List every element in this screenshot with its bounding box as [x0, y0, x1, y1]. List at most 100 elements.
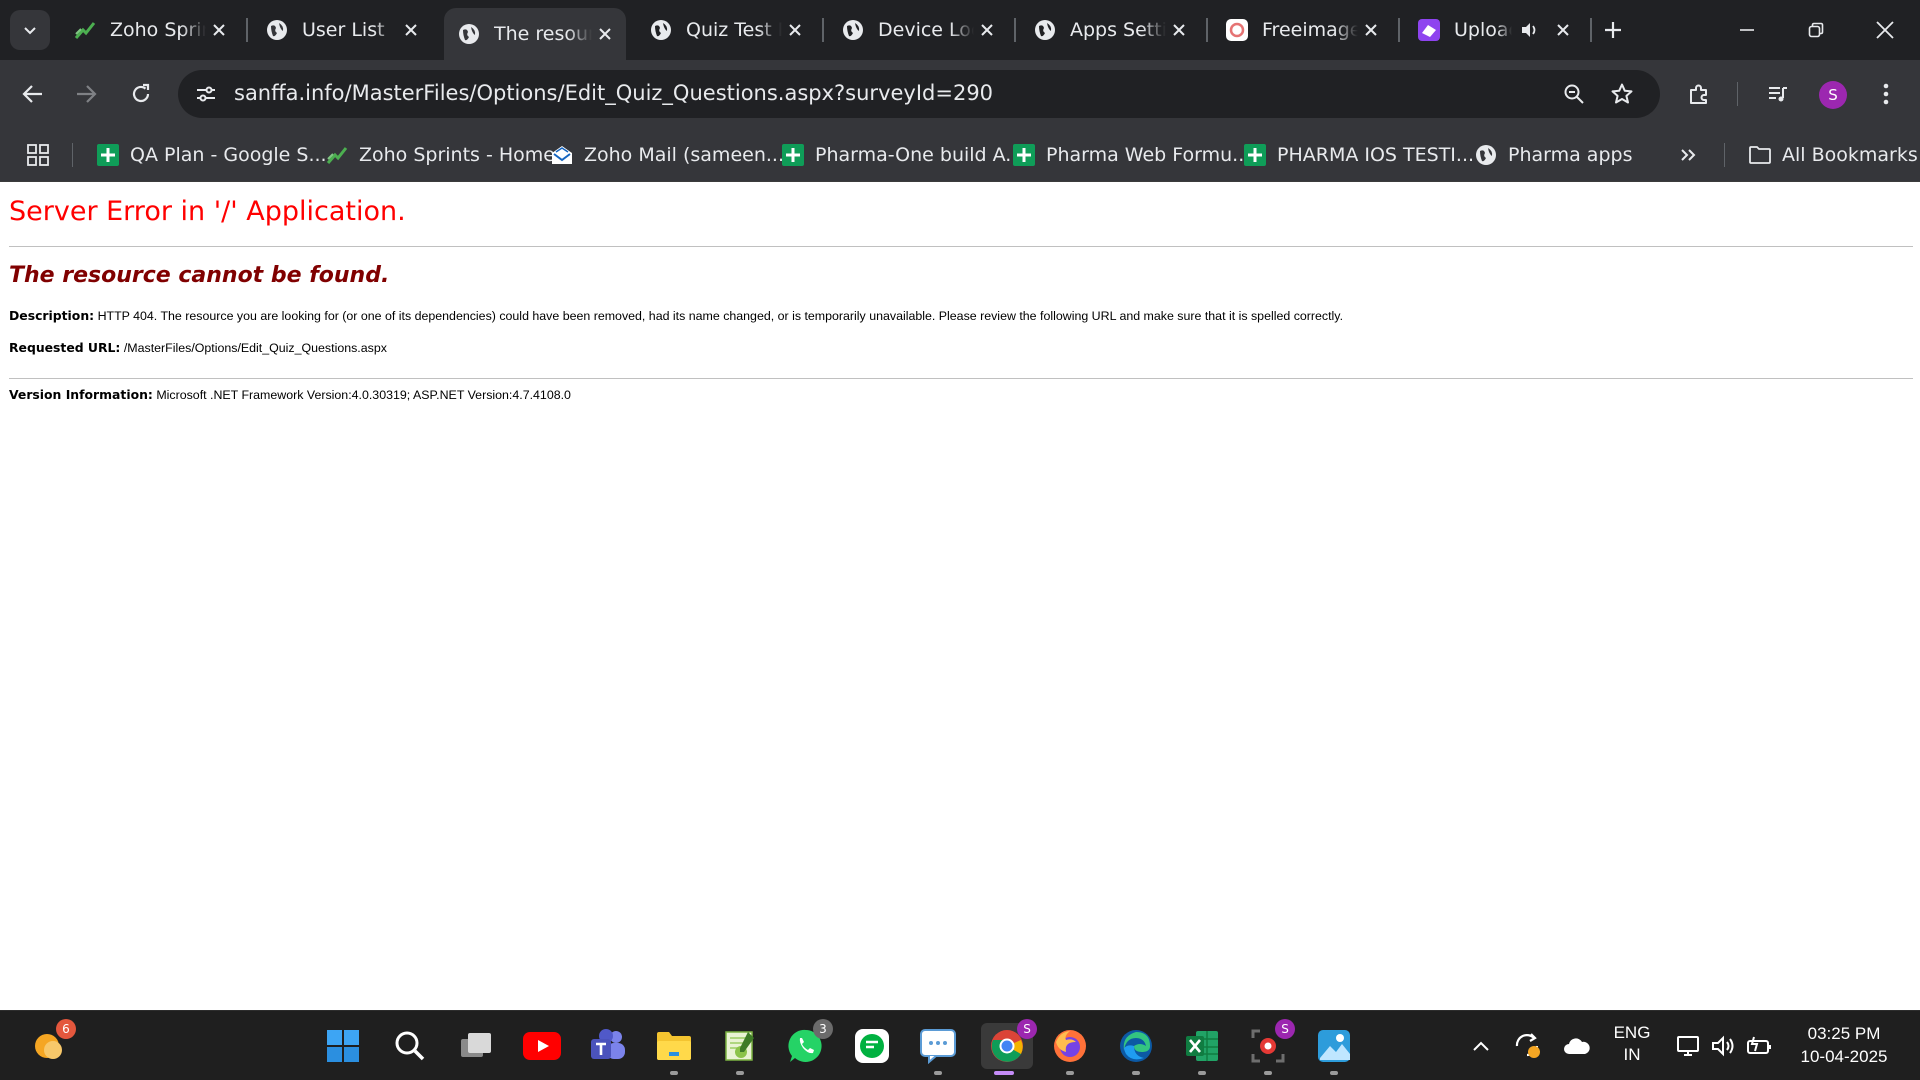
- chat-app[interactable]: [849, 1023, 895, 1069]
- bookmark-label: Pharma Web Formu...: [1046, 144, 1251, 166]
- close-icon[interactable]: [1166, 17, 1192, 43]
- bookmark-pharma-apps[interactable]: Pharma apps: [1474, 140, 1632, 170]
- network-status[interactable]: [1672, 1033, 1704, 1059]
- close-window-button[interactable]: [1860, 10, 1910, 50]
- chevron-up-icon: [1473, 1041, 1489, 1051]
- task-view-button[interactable]: [453, 1023, 499, 1069]
- zoho-mail-icon: [550, 143, 574, 167]
- onedrive-status[interactable]: [1560, 1033, 1594, 1059]
- globe-icon: [1032, 17, 1058, 43]
- clock-time: 03:25 PM: [1807, 1024, 1881, 1043]
- globe-icon: [456, 21, 482, 47]
- running-indicator: [1264, 1071, 1272, 1075]
- tab-device-loc[interactable]: Device Loc: [828, 10, 1008, 50]
- page-content: Server Error in '/' Application. The res…: [0, 182, 1920, 1010]
- whatsapp-app[interactable]: 3: [783, 1019, 833, 1069]
- forward-button[interactable]: [66, 74, 106, 114]
- volume-icon: [1712, 1035, 1734, 1057]
- sync-alert-icon: [1515, 1033, 1540, 1058]
- bookmark-pharma-web-formulas[interactable]: Pharma Web Formu...: [1012, 140, 1250, 170]
- site-info-button[interactable]: [186, 74, 226, 114]
- tab-separator: [1206, 18, 1208, 42]
- chat-app-icon: [855, 1029, 889, 1063]
- all-bookmarks-button[interactable]: All Bookmarks: [1748, 140, 1918, 170]
- description-line: Description: HTTP 404. The resource you …: [9, 308, 1343, 323]
- tab-zoho-sprints[interactable]: Zoho Sprin: [60, 10, 240, 50]
- plus-icon: [1605, 22, 1621, 38]
- address-bar[interactable]: sanffa.info/MasterFiles/Options/Edit_Qui…: [178, 70, 1660, 118]
- globe-icon: [840, 17, 866, 43]
- tab-search-button[interactable]: [10, 10, 50, 50]
- excel-app[interactable]: [1179, 1023, 1225, 1075]
- tab-upload[interactable]: Uploac: [1404, 10, 1584, 50]
- search-icon: [395, 1031, 425, 1061]
- battery-charging-icon: [1747, 1036, 1771, 1054]
- tab-resource-not-found[interactable]: The resour: [444, 8, 626, 60]
- battery-status[interactable]: [1744, 1033, 1776, 1059]
- bookmark-label: Zoho Sprints - Home: [359, 144, 555, 166]
- close-icon[interactable]: [1550, 17, 1576, 43]
- bookmark-label: Zoho Mail (sameen...: [584, 144, 784, 166]
- more-bookmarks-button[interactable]: [1678, 140, 1698, 170]
- description-text: HTTP 404. The resource you are looking f…: [97, 309, 1344, 323]
- chrome-app[interactable]: S: [981, 1019, 1037, 1075]
- reload-button[interactable]: [121, 74, 161, 114]
- start-button[interactable]: [320, 1023, 366, 1069]
- clock-date: 10-04-2025: [1800, 1047, 1888, 1066]
- file-explorer-app[interactable]: [651, 1023, 697, 1075]
- bookmark-star-button[interactable]: [1602, 74, 1642, 114]
- minimize-button[interactable]: [1722, 10, 1772, 50]
- close-icon[interactable]: [782, 17, 808, 43]
- file-explorer-icon: [657, 1032, 691, 1060]
- bookmark-pharma-one-build[interactable]: Pharma-One build A...: [781, 140, 1023, 170]
- profile-avatar[interactable]: S: [1819, 81, 1847, 109]
- tab-quiz-test[interactable]: Quiz Test F: [636, 10, 816, 50]
- bookmark-qa-plan[interactable]: QA Plan - Google S...: [96, 140, 327, 170]
- taskbar-search-button[interactable]: [387, 1023, 433, 1069]
- browser-toolbar: sanffa.info/MasterFiles/Options/Edit_Qui…: [0, 60, 1920, 128]
- clock[interactable]: 03:25 PM 10-04-2025: [1784, 1022, 1904, 1068]
- tab-user-list[interactable]: User List: [252, 10, 432, 50]
- screen-recorder-app[interactable]: S: [1245, 1019, 1295, 1075]
- new-tab-button[interactable]: [1588, 10, 1638, 50]
- messages-app[interactable]: [915, 1023, 961, 1075]
- zoom-button[interactable]: [1554, 74, 1594, 114]
- chevron-down-icon: [24, 27, 36, 35]
- description-label: Description:: [9, 308, 95, 323]
- bookmark-zoho-sprints[interactable]: Zoho Sprints - Home: [325, 140, 555, 170]
- running-indicator: [934, 1071, 942, 1075]
- close-icon[interactable]: [592, 21, 618, 47]
- tab-freeimage[interactable]: Freeimage: [1212, 10, 1392, 50]
- language-indicator[interactable]: ENG IN: [1604, 1022, 1660, 1066]
- weather-widget[interactable]: 6: [26, 1019, 76, 1069]
- close-icon[interactable]: [1358, 17, 1384, 43]
- menu-button[interactable]: [1866, 74, 1906, 114]
- bookmark-zoho-mail[interactable]: Zoho Mail (sameen...: [550, 140, 784, 170]
- close-icon[interactable]: [974, 17, 1000, 43]
- bookmark-pharma-ios-testing[interactable]: PHARMA IOS TESTI...: [1243, 140, 1474, 170]
- language-code: ENG: [1613, 1023, 1651, 1042]
- volume-control[interactable]: [1708, 1033, 1740, 1059]
- weather-badge: 6: [56, 1019, 76, 1039]
- media-controls-button[interactable]: [1758, 74, 1798, 114]
- extensions-button[interactable]: [1679, 74, 1719, 114]
- url-text[interactable]: sanffa.info/MasterFiles/Options/Edit_Qui…: [234, 81, 993, 105]
- teams-app[interactable]: [585, 1023, 631, 1069]
- restore-button[interactable]: [1791, 10, 1841, 50]
- photos-app[interactable]: [1311, 1023, 1357, 1075]
- speaker-icon[interactable]: [1516, 17, 1542, 43]
- notepad-plus-app[interactable]: [717, 1023, 763, 1075]
- close-icon[interactable]: [206, 17, 232, 43]
- show-hidden-icons-button[interactable]: [1466, 1033, 1496, 1059]
- toolbar-separator: [1737, 82, 1738, 106]
- back-button[interactable]: [13, 74, 53, 114]
- firefox-app[interactable]: [1047, 1023, 1093, 1075]
- youtube-app[interactable]: [519, 1023, 565, 1069]
- close-icon[interactable]: [398, 17, 424, 43]
- apps-button[interactable]: [26, 140, 50, 170]
- zoho-sprints-icon: [325, 143, 349, 167]
- tab-apps-settings[interactable]: Apps Settin: [1020, 10, 1200, 50]
- sync-status[interactable]: [1510, 1033, 1546, 1059]
- star-icon: [1611, 83, 1633, 104]
- edge-app[interactable]: [1113, 1023, 1159, 1075]
